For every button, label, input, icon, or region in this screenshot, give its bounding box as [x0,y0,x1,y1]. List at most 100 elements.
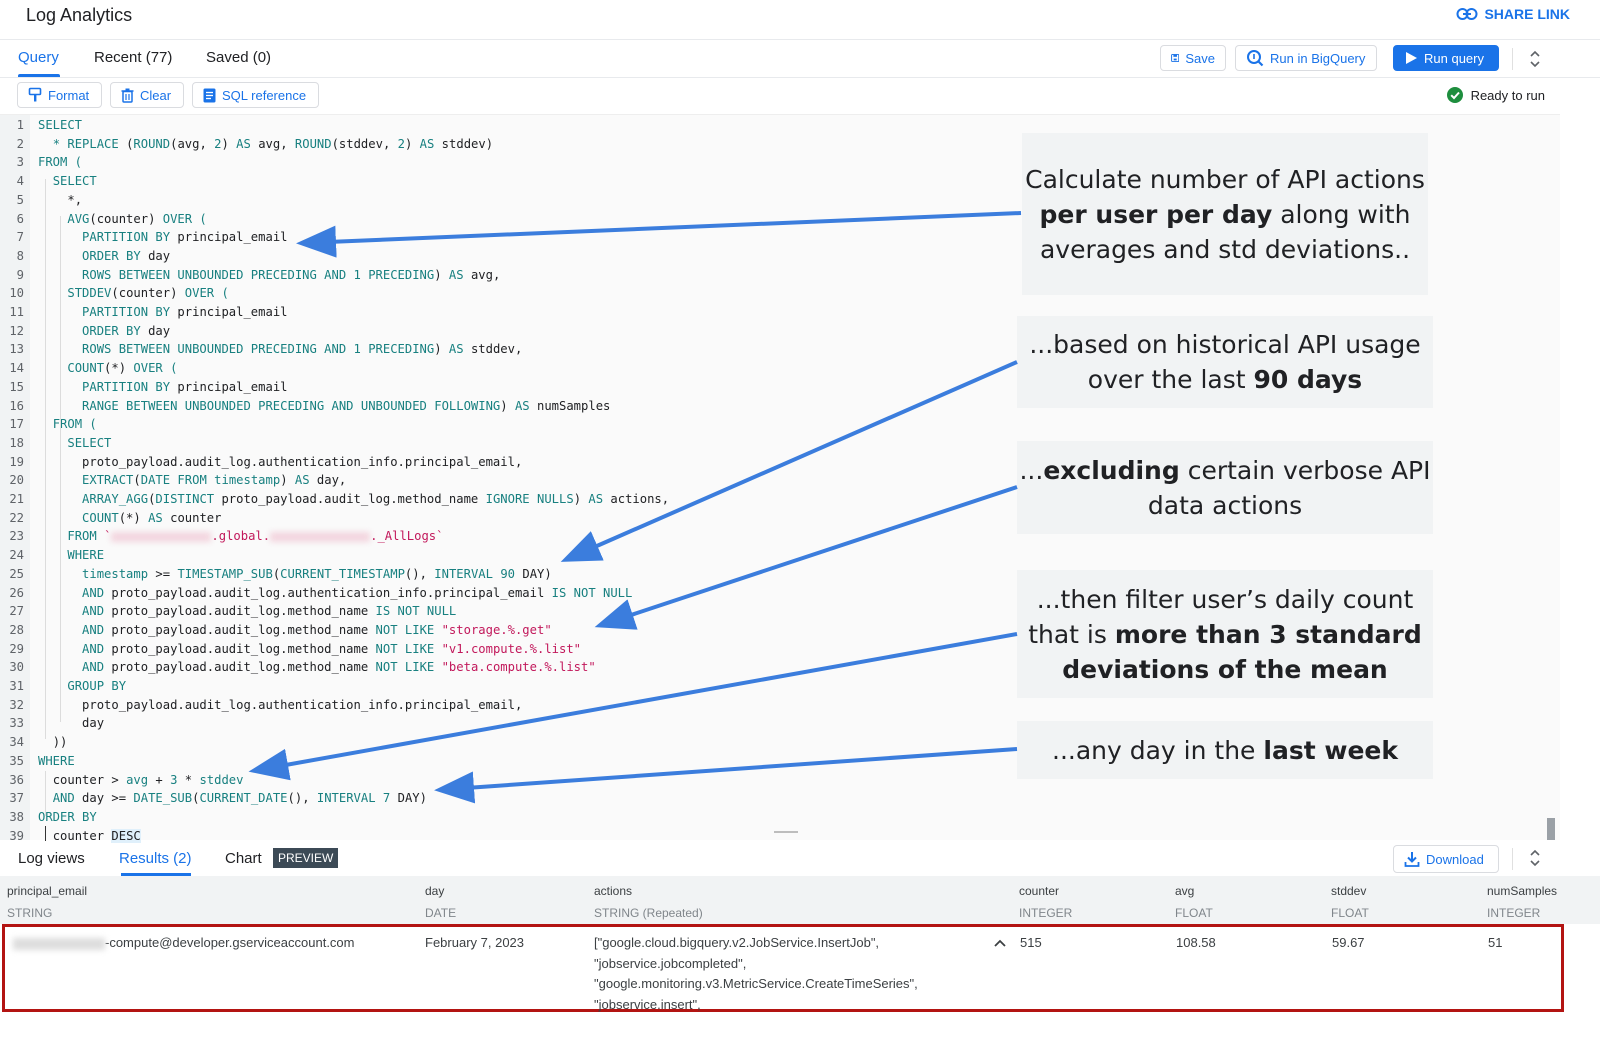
tab-results[interactable]: Results (2) [119,850,192,867]
sql-keyword: ARRAY_AGG [82,492,149,506]
save-button[interactable]: Save [1160,45,1226,71]
editor-resize-handle[interactable] [774,831,798,833]
download-button[interactable]: Download [1393,845,1499,873]
column-header-stddev[interactable]: stddev FLOAT [1331,884,1369,920]
code-line[interactable]: 11 PARTITION BY principal_email [0,303,288,322]
sql-string: ` [104,529,112,544]
results-expand-toggle[interactable] [1528,848,1542,873]
code-line[interactable]: 3 FROM ( [0,153,82,172]
sql-token: *, [67,192,83,207]
line-number: 16 [9,398,24,413]
code-line[interactable]: 29 AND proto_payload.audit_log.method_na… [0,640,581,659]
code-line[interactable]: 5 *, [0,191,82,210]
code-line[interactable]: 23 FROM ` .global. ._AllLogs` [0,527,443,546]
code-line[interactable]: 36 counter > avg + 3 * stddev [0,771,243,790]
sql-keyword: STDDEV [67,286,112,301]
code-line[interactable]: 7 PARTITION BY principal_email [0,228,288,247]
sql-string: .global. [211,529,271,544]
clear-button[interactable]: Clear [110,82,184,108]
code-line[interactable]: 30 AND proto_payload.audit_log.method_na… [0,658,595,677]
format-button[interactable]: Format [17,82,102,108]
line-number: 17 [9,417,24,432]
code-line[interactable]: 28 AND proto_payload.audit_log.method_na… [0,621,551,640]
code-line[interactable]: 25 timestamp >= TIMESTAMP_SUB(CURRENT_TI… [0,565,551,584]
column-header-actions[interactable]: actions STRING (Repeated) [594,884,703,920]
code-line[interactable]: 20 EXTRACT(DATE FROM timestamp) AS day, [0,471,346,490]
sql-token: proto_payload.audit_log.method_name [214,492,486,506]
column-header-avg[interactable]: avg FLOAT [1175,884,1213,920]
collapse-row-button[interactable] [993,935,1007,953]
sql-token: ( [133,473,141,488]
sql-keyword: timestamp [82,566,149,581]
sql-keyword: OVER ( [133,361,178,376]
code-line[interactable]: 34 )) [0,733,67,752]
table-row[interactable]: -compute@developer.gserviceaccount.com F… [2,924,1564,1012]
link-icon [1456,8,1478,20]
sql-number: 2 [397,136,405,151]
sql-keyword: COUNT [67,361,105,376]
code-line[interactable]: 35 WHERE [0,752,74,771]
tab-chart[interactable]: Chart [225,850,262,867]
code-line[interactable]: 27 AND proto_payload.audit_log.method_na… [0,602,456,621]
column-header-counter[interactable]: counter INTEGER [1019,884,1072,920]
column-header-day[interactable]: day DATE [425,884,456,920]
line-number: 11 [9,305,24,319]
code-line[interactable]: 19 proto_payload.audit_log.authenticatio… [0,453,522,472]
code-line[interactable]: 8 ORDER BY day [0,247,170,266]
sql-token: (), [287,791,317,806]
code-line[interactable]: 22 COUNT(*) AS counter [0,509,221,528]
share-link-button[interactable]: SHARE LINK [1456,6,1570,22]
code-line[interactable]: 26 AND proto_payload.audit_log.authentic… [0,584,632,603]
code-line[interactable]: 9 ROWS BETWEEN UNBOUNDED PRECEDING AND 1… [0,266,501,285]
run-query-button[interactable]: Run query [1393,45,1499,71]
sql-token: ) [404,136,420,151]
tab-log-views[interactable]: Log views [18,850,85,867]
line-number: 3 [16,155,24,170]
code-line[interactable]: 14 COUNT(*) OVER ( [0,359,177,378]
code-line[interactable]: 33 day [0,714,104,733]
sql-keyword: PARTITION BY [82,305,171,319]
code-line[interactable]: 17 FROM ( [0,415,96,434]
tab-query[interactable]: Query [18,49,59,66]
code-line[interactable]: 32 proto_payload.audit_log.authenticatio… [0,696,522,715]
code-line[interactable]: 24 WHERE [0,546,104,565]
code-line[interactable]: 6 AVG(counter) OVER ( [0,210,207,229]
tab-recent[interactable]: Recent (77) [94,49,172,66]
sql-keyword: WHERE [67,548,105,563]
code-line[interactable]: 10 STDDEV(counter) OVER ( [0,284,228,303]
line-number: 25 [9,566,24,581]
sql-reference-button[interactable]: SQL reference [192,82,319,108]
sql-token: principal_email [170,305,288,319]
code-line[interactable]: 15 PARTITION BY principal_email [0,378,287,397]
line-number: 2 [16,136,24,151]
code-line[interactable]: 31 GROUP BY [0,677,126,696]
sql-token: ) [221,136,237,151]
sql-keyword: PARTITION BY [82,230,171,245]
sql-token: (*) [118,510,149,525]
code-line[interactable]: 37 AND day >= DATE_SUB(CURRENT_DATE(), I… [0,789,427,808]
code-line[interactable]: 13 ROWS BETWEEN UNBOUNDED PRECEDING AND … [0,340,522,359]
sql-string: ._AllLogs` [370,529,444,544]
code-line[interactable]: 18 SELECT [0,434,111,453]
code-line[interactable]: 4 SELECT [0,172,97,191]
format-paint-icon [28,87,42,102]
code-line[interactable]: 38 ORDER BY [0,808,96,827]
sql-keyword: ORDER BY [82,323,141,338]
expand-collapse-toggle[interactable] [1528,49,1542,74]
code-line[interactable]: 2 * REPLACE (ROUND(avg, 2) AS avg, ROUND… [0,135,493,154]
tab-saved[interactable]: Saved (0) [206,49,271,66]
results-table-header: principal_email STRING day DATE actions STR… [0,876,1600,924]
code-line[interactable]: 21 ARRAY_AGG(DISTINCT proto_payload.audi… [0,490,669,509]
sql-keyword: SELECT [67,435,112,450]
column-type: STRING (Repeated) [594,906,703,920]
run-in-bigquery-button[interactable]: Run in BigQuery [1235,45,1377,71]
code-line[interactable]: 12 ORDER BY day [0,322,170,341]
sql-keyword: IGNORE NULLS [485,492,574,506]
editor-scrollbar[interactable] [1547,818,1555,840]
column-header-principal-email[interactable]: principal_email STRING [7,884,87,920]
code-line[interactable]: 16 RANGE BETWEEN UNBOUNDED PRECEDING AND… [0,397,610,416]
sql-token: counter > [52,772,127,787]
code-line[interactable]: 1 SELECT [0,116,82,135]
column-header-numsamples[interactable]: numSamples INTEGER [1487,884,1557,920]
